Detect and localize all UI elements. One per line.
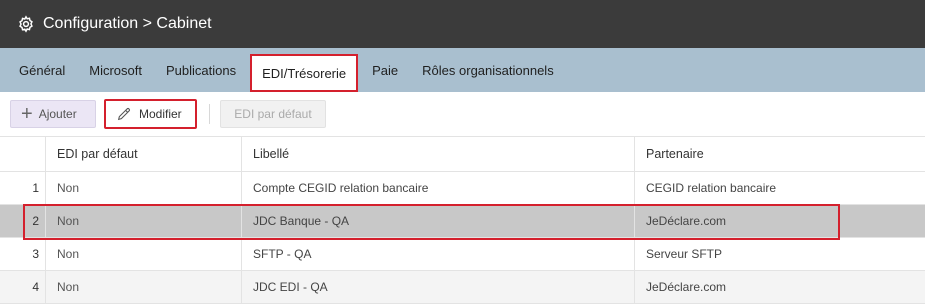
libelle-cell: Compte CEGID relation bancaire [242,172,635,204]
plus-icon: + [21,103,33,125]
tab-paie[interactable]: Paie [360,48,410,92]
table-header: EDI par défaut Libellé Partenaire [0,136,925,172]
toolbar: + Ajouter Modifier EDI par défaut [0,92,925,136]
table-row-selected[interactable]: 2 Non JDC Banque - QA JeDéclare.com [0,205,925,238]
table-row[interactable]: 1 Non Compte CEGID relation bancaire CEG… [0,172,925,205]
page-title: Configuration > Cabinet [43,15,212,32]
tab-microsoft[interactable]: Microsoft [77,48,154,92]
tab-bar: Général Microsoft Publications EDI/Tréso… [0,48,925,92]
edit-button-label: Modifier [139,107,182,121]
column-header-libelle[interactable]: Libellé [242,137,635,171]
pencil-icon [116,106,132,122]
row-number-header [0,137,46,171]
partenaire-cell: Serveur SFTP [646,247,723,261]
column-header-edi[interactable]: EDI par défaut [46,137,242,171]
edi-default-cell: Non [46,271,242,303]
edi-default-cell: Non [46,172,242,204]
libelle-cell: SFTP - QA [242,238,635,270]
edi-table: EDI par défaut Libellé Partenaire 1 Non … [0,136,925,304]
tab-roles-organisationnels[interactable]: Rôles organisationnels [410,48,566,92]
toolbar-divider [209,104,210,124]
row-number: 3 [0,238,46,270]
add-button-label: Ajouter [38,107,77,121]
tab-edi-tresorerie[interactable]: EDI/Trésorerie [250,54,359,92]
gear-icon[interactable] [17,15,35,33]
partenaire-cell: JeDéclare.com [646,280,727,294]
edi-default-button[interactable]: EDI par défaut [220,100,326,128]
edit-button[interactable]: Modifier [104,99,197,129]
edi-default-cell: Non [46,205,242,237]
row-number: 1 [0,172,46,204]
libelle-cell: JDC EDI - QA [242,271,635,303]
libelle-cell: JDC Banque - QA [242,205,635,237]
edi-default-cell: Non [46,238,242,270]
add-button[interactable]: + Ajouter [10,100,96,128]
partenaire-cell: JeDéclare.com [646,214,727,228]
tab-general[interactable]: Général [0,48,77,92]
column-header-partenaire[interactable]: Partenaire [635,137,925,171]
row-number: 4 [0,271,46,303]
title-bar: Configuration > Cabinet [0,0,925,48]
tab-publications[interactable]: Publications [154,48,248,92]
table-row[interactable]: 3 Non SFTP - QA Serveur SFTP [0,238,925,271]
table-row[interactable]: 4 Non JDC EDI - QA JeDéclare.com [0,271,925,304]
row-number: 2 [0,205,46,237]
partenaire-cell: CEGID relation bancaire [646,181,777,195]
